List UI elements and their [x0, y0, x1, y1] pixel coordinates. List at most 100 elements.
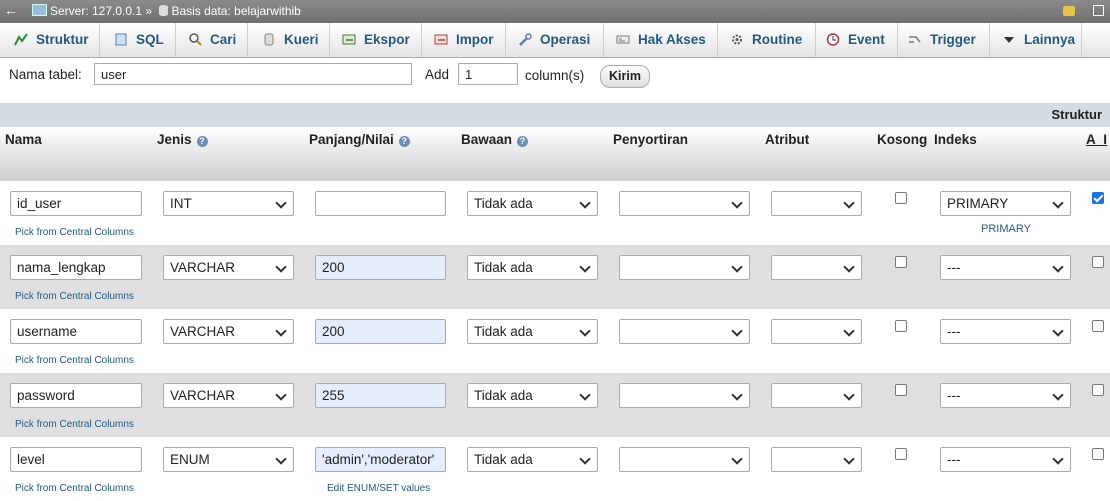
column-ai-checkbox[interactable] — [1092, 320, 1104, 332]
column-attribute-select[interactable] — [771, 255, 862, 280]
columns-header: Nama Jenis? Panjang/Nilai? Bawaan? Penyo… — [0, 127, 1110, 181]
breadcrumb-database[interactable]: Basis data: belajarwithib — [171, 4, 300, 18]
table-row: password VARCHAR 255 Tidak ada --- Pick from … — [0, 373, 1110, 437]
structure-heading: Struktur — [1051, 107, 1102, 122]
column-ai-checkbox[interactable] — [1092, 192, 1104, 204]
column-name-input[interactable]: username — [10, 319, 142, 344]
column-collation-select[interactable] — [619, 383, 750, 408]
column-index-select[interactable]: --- — [940, 447, 1071, 472]
pick-central-columns-link[interactable]: Pick from Central Columns — [15, 291, 134, 302]
tab-label: Hak Akses — [638, 32, 706, 47]
column-default-select[interactable]: Tidak ada — [467, 191, 598, 216]
columns-unit-label: column(s) — [525, 68, 585, 83]
column-ai-checkbox[interactable] — [1092, 448, 1104, 460]
table-row: nama_lengkap VARCHAR 200 Tidak ada --- Pick f… — [0, 245, 1110, 309]
header-panjang: Panjang/Nilai? — [309, 132, 410, 147]
column-name-input[interactable]: nama_lengkap — [10, 255, 142, 280]
breadcrumb: Server: 127.0.0.1 » Basis data: belajarw… — [32, 4, 301, 18]
tab-lainnya[interactable]: Lainnya — [990, 23, 1082, 57]
edit-enum-link[interactable]: Edit ENUM/SET values — [327, 483, 430, 494]
column-default-select[interactable]: Tidak ada — [467, 447, 598, 472]
header-jenis-label: Jenis — [157, 132, 192, 147]
column-default-select[interactable]: Tidak ada — [467, 383, 598, 408]
pick-central-columns-link[interactable]: Pick from Central Columns — [15, 419, 134, 430]
tab-label: Operasi — [540, 32, 591, 47]
column-null-checkbox[interactable] — [895, 384, 907, 396]
privileges-icon — [616, 35, 630, 44]
tab-impor[interactable]: Impor — [422, 23, 506, 57]
column-attribute-select[interactable] — [771, 191, 862, 216]
column-attribute-select[interactable] — [771, 319, 862, 344]
tab-operasi[interactable]: Operasi — [506, 23, 604, 57]
table-row: level ENUM 'admin','moderator' Tidak ada ---… — [0, 437, 1110, 501]
column-null-checkbox[interactable] — [895, 256, 907, 268]
column-index-select[interactable]: --- — [940, 319, 1071, 344]
column-type-select[interactable]: VARCHAR — [163, 383, 294, 408]
tab-struktur[interactable]: Struktur — [0, 23, 100, 57]
column-null-checkbox[interactable] — [895, 448, 907, 460]
tab-kueri[interactable]: Kueri — [248, 23, 330, 57]
trigger-icon — [909, 36, 921, 43]
column-index-select[interactable]: --- — [940, 255, 1071, 280]
pick-central-columns-link[interactable]: Pick from Central Columns — [15, 355, 134, 366]
column-length-input[interactable]: 255 — [315, 383, 446, 408]
add-columns-label: Add — [425, 67, 450, 82]
tab-routine[interactable]: Routine — [718, 23, 816, 57]
column-default-select[interactable]: Tidak ada — [467, 255, 598, 280]
column-type-select[interactable]: VARCHAR — [163, 319, 294, 344]
pick-central-columns-link[interactable]: Pick from Central Columns — [15, 227, 134, 238]
column-ai-checkbox[interactable] — [1092, 384, 1104, 396]
collapse-icon[interactable] — [1093, 5, 1104, 16]
column-attribute-select[interactable] — [771, 447, 862, 472]
header-bawaan: Bawaan? — [461, 132, 529, 147]
tab-trigger[interactable]: Trigger — [898, 23, 990, 57]
column-collation-select[interactable] — [619, 255, 750, 280]
structure-icon — [14, 33, 28, 46]
column-attribute-select[interactable] — [771, 383, 862, 408]
structure-header-band: Struktur — [0, 103, 1110, 127]
column-length-input[interactable]: 200 — [315, 319, 446, 344]
submit-button[interactable]: Kirim — [600, 65, 650, 88]
tab-sql[interactable]: SQL — [100, 23, 176, 57]
help-icon[interactable]: ? — [196, 136, 208, 147]
tab-cari[interactable]: Cari — [176, 23, 248, 57]
column-null-checkbox[interactable] — [895, 320, 907, 332]
column-name-input[interactable]: level — [10, 447, 142, 472]
pick-central-columns-link[interactable]: Pick from Central Columns — [15, 483, 134, 494]
server-icon — [32, 4, 47, 16]
back-arrow-icon[interactable]: ← — [4, 2, 18, 18]
column-index-select[interactable]: --- — [940, 383, 1071, 408]
column-type-select[interactable]: ENUM — [163, 447, 294, 472]
column-length-input[interactable]: 200 — [315, 255, 446, 280]
column-type-select[interactable]: INT — [163, 191, 294, 216]
column-length-input[interactable] — [315, 191, 446, 216]
column-collation-select[interactable] — [619, 447, 750, 472]
column-collation-select[interactable] — [619, 191, 750, 216]
tab-event[interactable]: Event — [816, 23, 898, 57]
header-panjang-label: Panjang/Nilai — [309, 132, 394, 147]
column-collation-select[interactable] — [619, 319, 750, 344]
help-icon[interactable]: ? — [517, 136, 529, 147]
column-type-select[interactable]: VARCHAR — [163, 255, 294, 280]
server-breadcrumb-bar: ← Server: 127.0.0.1 » Basis data: belaja… — [0, 0, 1110, 23]
column-name-input[interactable]: id_user — [10, 191, 142, 216]
header-atribut: Atribut — [765, 132, 810, 147]
breadcrumb-server[interactable]: Server: 127.0.0.1 — [50, 4, 142, 18]
table-name-input[interactable] — [94, 63, 412, 85]
column-name-input[interactable]: password — [10, 383, 142, 408]
header-ai: A_I — [1086, 132, 1108, 147]
column-default-select[interactable]: Tidak ada — [467, 319, 598, 344]
column-index-select[interactable]: PRIMARY — [940, 191, 1071, 216]
header-jenis: Jenis? — [157, 132, 208, 147]
tab-ekspor[interactable]: Ekspor — [330, 23, 422, 57]
import-icon — [434, 34, 448, 45]
tab-hak-akses[interactable]: Hak Akses — [604, 23, 718, 57]
column-ai-checkbox[interactable] — [1092, 256, 1104, 268]
index-note: PRIMARY — [981, 223, 1031, 235]
add-columns-count-input[interactable] — [458, 63, 518, 85]
help-icon[interactable]: ? — [398, 136, 410, 147]
column-length-input[interactable]: 'admin','moderator' — [315, 447, 446, 472]
column-null-checkbox[interactable] — [895, 192, 907, 204]
search-icon — [189, 33, 202, 46]
lock-icon[interactable] — [1063, 6, 1076, 16]
